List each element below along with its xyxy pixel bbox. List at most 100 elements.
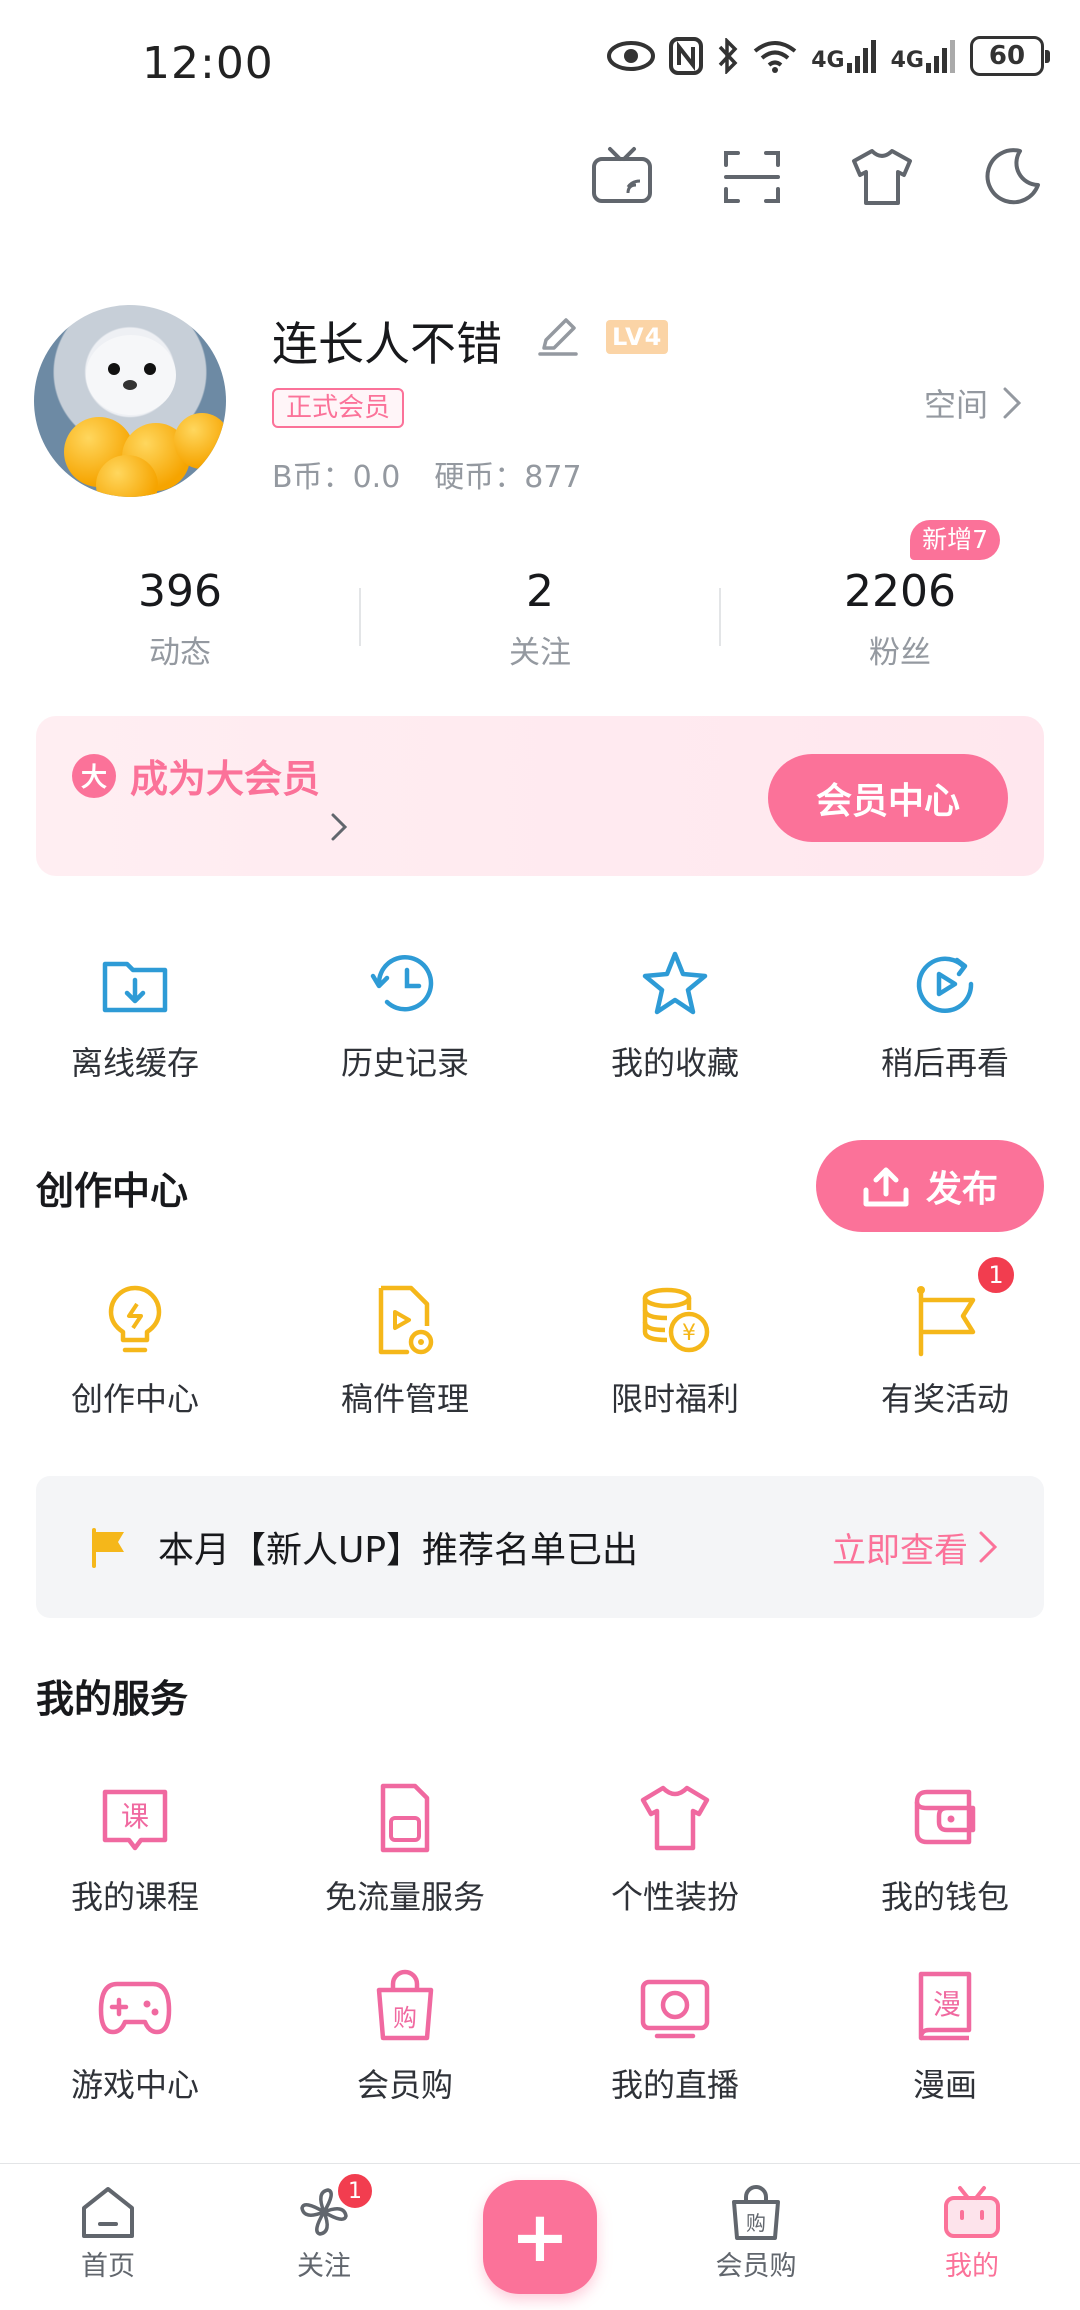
nav-following[interactable]: 1 关注 [216,2164,432,2310]
my-course-button[interactable]: 课 我的课程 [0,1780,270,1918]
stat-dynamics[interactable]: 396 动态 [0,560,360,672]
status-time: 12:00 [142,38,274,89]
big-member-icon: 大 [72,753,116,798]
tv-face-icon [944,2186,1000,2238]
quick-action-label: 稍后再看 [880,1044,1009,1082]
space-link[interactable]: 空间 [924,380,1022,426]
service-label: 游戏中心 [70,2066,199,2104]
my-wallet-button[interactable]: 我的钱包 [810,1780,1080,1918]
comic-glyph: 漫 [933,1988,961,2021]
services-section-title: 我的服务 [36,1677,189,1721]
quick-actions-grid: 离线缓存 历史记录 我的收藏 稍后再看 [0,946,1080,1084]
service-label: 我的直播 [610,2066,739,2104]
bluetooth-icon [718,38,738,74]
nav-label: 首页 [81,2251,135,2282]
hard-coin: 硬币：877 [434,460,582,495]
vip-title: 大 成为大会员 [72,748,320,803]
chevron-right-icon [979,1531,998,1563]
gamepad-icon [98,1981,172,2035]
battery-level: 60 [988,41,1026,71]
service-label: 会员购 [356,2066,453,2104]
creation-grid: 创作中心 稿件管理 ¥ 限时福利 1 有奖活动 [0,1254,1080,1420]
watch-later-button[interactable]: 稍后再看 [810,946,1080,1084]
comic-icon: 漫 [918,1971,972,2041]
nav-home[interactable]: 首页 [0,2164,216,2310]
my-live-button[interactable]: 我的直播 [540,1968,810,2106]
publish-button[interactable]: 发布 [816,1140,1044,1232]
course-glyph: 课 [121,1800,149,1833]
limited-benefit-button[interactable]: ¥ 限时福利 [540,1282,810,1420]
manuscript-manage-button[interactable]: 稿件管理 [270,1282,540,1420]
creation-center-button[interactable]: 创作中心 [0,1282,270,1420]
coin-balances: B币：0.0 硬币：877 [272,452,582,496]
star-icon [642,951,708,1015]
service-label: 我的课程 [70,1878,199,1916]
stat-label: 粉丝 [869,635,931,671]
username[interactable]: 连长人不错 [272,308,502,374]
free-data-service-button[interactable]: 免流量服务 [270,1780,540,1918]
stat-value: 2206 [844,566,956,617]
stat-label: 动态 [149,635,211,671]
flag-icon [92,1528,124,1568]
history-icon [370,954,434,1012]
scan-icon[interactable] [720,145,784,209]
services-grid-row-2: 游戏中心 购 会员购 我的直播 漫 漫画 [0,1968,1080,2106]
notice-text: 本月【新人UP】推荐名单已出 [158,1530,639,1571]
live-tv-icon [640,1979,710,2039]
comic-button[interactable]: 漫 漫画 [810,1968,1080,2106]
notice-view-link[interactable]: 立即查看 [832,1523,998,1572]
game-center-button[interactable]: 游戏中心 [0,1968,270,2106]
signal-bars-icon [926,40,955,73]
vip-status-badge: 正式会员 [272,388,405,428]
avatar[interactable] [34,305,226,497]
shopping-bag-icon: 购 [376,1969,434,2041]
signal-bars-icon [846,40,876,73]
shopping-bag-icon: 购 [732,2185,780,2240]
nav-mine[interactable]: 我的 [864,2164,1080,2310]
vip-title-text: 成为大会员 [130,757,321,801]
nfc-icon [669,37,704,75]
flag-icon [917,1286,976,1357]
network-label-1: 4G [811,48,845,73]
service-label: 免流量服务 [324,1878,485,1916]
new-fans-badge: 新增7 [910,520,1000,560]
history-button[interactable]: 历史记录 [270,946,540,1084]
reward-activity-button[interactable]: 1 有奖活动 [810,1254,1080,1420]
signal-1: 4G [811,39,876,73]
nav-label: 关注 [297,2251,351,2282]
notice-banner[interactable]: 本月【新人UP】推荐名单已出 立即查看 [36,1476,1044,1618]
member-shop-button[interactable]: 购 会员购 [270,1968,540,2106]
tv-cast-icon[interactable] [590,145,654,209]
creation-label: 限时福利 [610,1380,739,1418]
svg-text:¥: ¥ [682,1321,696,1346]
custom-dress-button[interactable]: 个性装扮 [540,1780,810,1918]
divider [359,588,361,646]
chevron-right-icon [331,813,348,841]
wifi-icon [754,41,797,73]
creation-label: 稿件管理 [340,1380,469,1418]
vip-center-button[interactable]: 会员中心 [768,754,1008,842]
favorites-button[interactable]: 我的收藏 [540,946,810,1084]
plus-icon[interactable]: + [483,2180,597,2294]
publish-label: 发布 [925,1169,998,1210]
sim-card-icon [380,1783,430,1853]
nav-create[interactable]: + [432,2164,648,2310]
manuscript-icon [378,1285,434,1355]
notice-link-label: 立即查看 [832,1530,968,1571]
signal-2: 4G [891,39,956,73]
quick-action-label: 离线缓存 [70,1044,199,1082]
tshirt-icon [640,1785,710,1851]
battery-icon: 60 [970,36,1050,76]
edit-icon[interactable] [534,312,582,360]
stat-fans[interactable]: 2206 粉丝 [720,560,1080,672]
reward-activity-icon-wrap: 1 [907,1254,1017,1358]
nav-member-shop[interactable]: 购 会员购 [648,2164,864,2310]
night-mode-icon[interactable] [980,145,1044,209]
notification-badge: 1 [975,1254,1017,1296]
stat-label: 关注 [509,635,571,671]
service-label: 我的钱包 [880,1878,1009,1916]
stat-following[interactable]: 2 关注 [360,560,720,672]
wallet-icon [914,1789,976,1845]
offline-cache-button[interactable]: 离线缓存 [0,946,270,1084]
outfit-icon[interactable] [850,145,914,209]
